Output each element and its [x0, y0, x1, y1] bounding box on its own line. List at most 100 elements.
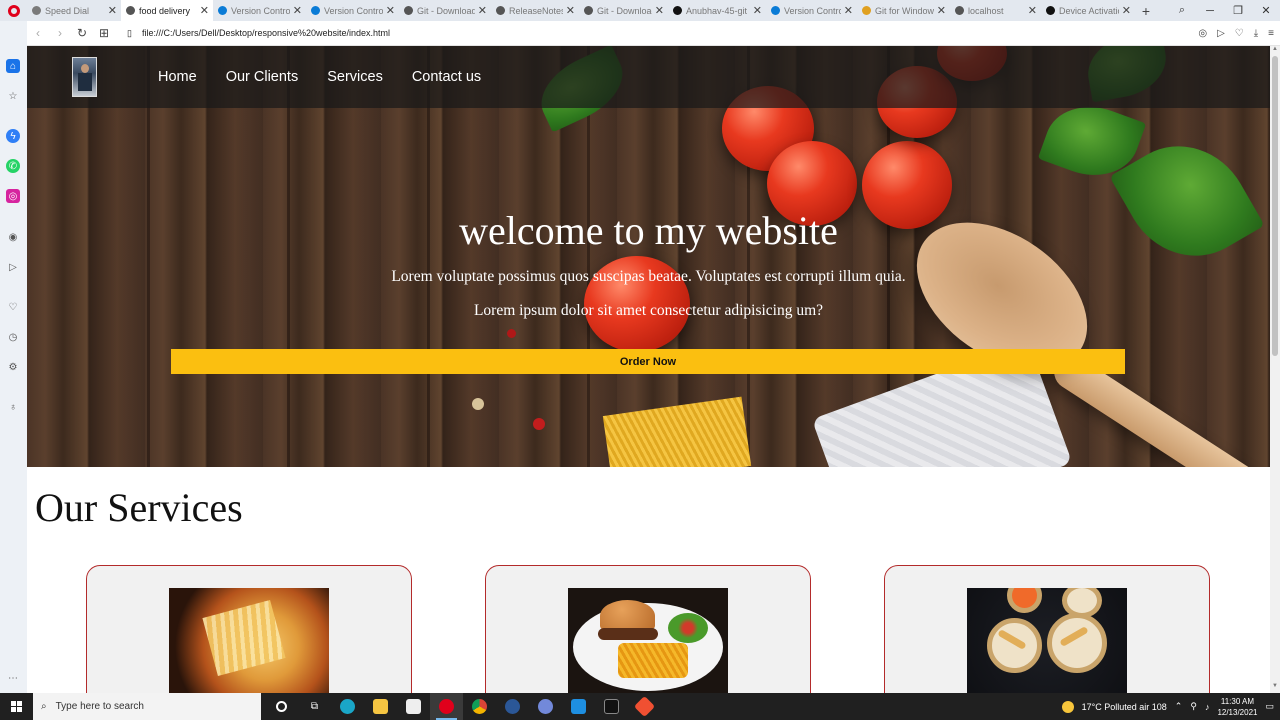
browser-tab[interactable]: Speed Dial ✕: [27, 0, 121, 21]
taskbar-search[interactable]: ⌕ Type here to search: [33, 693, 261, 720]
weather-icon[interactable]: [1061, 700, 1074, 713]
opera-logo-icon[interactable]: [0, 0, 27, 21]
tab-favicon-icon: [218, 6, 227, 15]
browser-tab[interactable]: Version Control ✕: [306, 0, 399, 21]
show-hidden-icons-icon[interactable]: ⌃: [1175, 701, 1183, 712]
tab-close-icon[interactable]: ✕: [753, 4, 762, 17]
browser-tab[interactable]: Device Activation✕: [1041, 0, 1135, 21]
home-icon[interactable]: ⌂: [6, 59, 20, 73]
browser-tab[interactable]: food delivery ✕: [121, 0, 213, 21]
file-explorer-icon[interactable]: [364, 693, 397, 720]
tab-close-icon[interactable]: ✕: [1122, 4, 1131, 17]
tab-close-icon[interactable]: ✕: [108, 4, 117, 17]
vscode-icon[interactable]: [562, 693, 595, 720]
browser-tab[interactable]: Anubhav-45-git ✕: [668, 0, 766, 21]
task-view-icon[interactable]: ⧉: [298, 693, 331, 720]
start-button[interactable]: [0, 693, 33, 720]
tab-close-icon[interactable]: ✕: [1028, 4, 1037, 17]
new-tab-button[interactable]: +: [1135, 3, 1157, 19]
tab-close-icon[interactable]: ✕: [478, 4, 487, 17]
browser-tab[interactable]: Git for Windows ✕: [857, 0, 950, 21]
git-icon[interactable]: [628, 693, 661, 720]
tab-close-icon[interactable]: ✕: [655, 4, 664, 17]
hero-line-1: Lorem voluptate possimus quos suscipas b…: [391, 268, 906, 285]
chrome-icon[interactable]: [463, 693, 496, 720]
url-field[interactable]: file:///C:/Users/Dell/Desktop/responsive…: [142, 28, 390, 38]
browser-tab[interactable]: ReleaseNotes.html✕: [491, 0, 579, 21]
tab-grid-icon[interactable]: ⊞: [93, 26, 115, 40]
minimize-icon[interactable]: ─: [1196, 5, 1224, 17]
close-window-icon[interactable]: ✕: [1252, 4, 1280, 17]
weather-text[interactable]: 17°C Polluted air 108: [1082, 702, 1167, 712]
tab-title: Version Control: [231, 5, 290, 16]
history-icon[interactable]: ◷: [6, 330, 20, 344]
bookmark-heart-icon[interactable]: ♡: [1235, 28, 1244, 39]
notifications-icon[interactable]: ▭: [1265, 701, 1274, 712]
tab-favicon-icon: [955, 6, 964, 15]
browser-tab[interactable]: Version Control ✕: [766, 0, 857, 21]
page-scrollbar[interactable]: ▲ ▼: [1270, 46, 1280, 693]
site-logo[interactable]: [72, 57, 97, 97]
more-icon[interactable]: ⋯: [6, 671, 20, 685]
tab-close-icon[interactable]: ✕: [844, 4, 853, 17]
messenger-icon[interactable]: ϟ: [6, 129, 20, 143]
address-bar: ‹ › ↻ ⊞ ▯ file:///C:/Users/Dell/Desktop/…: [27, 21, 1280, 46]
tab-close-icon[interactable]: ✕: [566, 4, 575, 17]
service-card[interactable]: [884, 565, 1210, 693]
order-now-button[interactable]: Order Now: [171, 349, 1125, 374]
page-viewport: Home Our Clients Services Contact us wel…: [27, 46, 1270, 693]
network-icon[interactable]: ⚲: [1190, 701, 1197, 712]
tab-favicon-icon: [496, 6, 505, 15]
search-tabs-icon[interactable]: ⌕: [1168, 4, 1196, 17]
tab-close-icon[interactable]: ✕: [200, 4, 209, 17]
download-icon[interactable]: ⤓: [1254, 28, 1258, 39]
system-tray: 17°C Polluted air 108 ⌃ ⚲ ♪ 11:30 AM 12/…: [1061, 693, 1280, 720]
send-icon[interactable]: ▷: [1217, 28, 1225, 39]
flow-send-icon[interactable]: ▷: [6, 260, 20, 274]
heart-icon[interactable]: ♡: [6, 300, 20, 314]
tab-close-icon[interactable]: ✕: [293, 4, 302, 17]
browser-tab[interactable]: Git - Downloads✕: [579, 0, 668, 21]
star-icon[interactable]: ☆: [6, 89, 20, 103]
service-card[interactable]: [485, 565, 811, 693]
back-icon[interactable]: ‹: [27, 26, 49, 40]
tab-favicon-icon: [126, 6, 135, 15]
windows-taskbar: ⌕ Type here to search ⧉ 17°C Polluted ai…: [0, 693, 1280, 720]
player-icon[interactable]: ◉: [6, 230, 20, 244]
winword-icon[interactable]: [496, 693, 529, 720]
tab-favicon-icon: [404, 6, 413, 15]
easy-setup-icon[interactable]: ≡: [1268, 28, 1274, 39]
tab-title: localhost: [968, 5, 1004, 16]
volume-icon[interactable]: ♪: [1205, 702, 1210, 712]
service-card[interactable]: [86, 565, 412, 693]
nav-home[interactable]: Home: [158, 69, 197, 85]
spaghetti: [602, 396, 752, 467]
snapshot-icon[interactable]: ◎: [1198, 28, 1207, 39]
discord-icon[interactable]: [529, 693, 562, 720]
tips-bulb-icon[interactable]: ♁: [6, 400, 20, 414]
nav-contact-us[interactable]: Contact us: [412, 69, 481, 85]
browser-tab[interactable]: localhost ✕: [950, 0, 1041, 21]
tab-title: Git - Downloads: [597, 5, 652, 16]
clock[interactable]: 11:30 AM 12/13/2021: [1217, 696, 1257, 718]
tab-close-icon[interactable]: ✕: [386, 4, 395, 17]
instagram-icon[interactable]: ◎: [6, 189, 20, 203]
cortana-icon[interactable]: [265, 693, 298, 720]
edge-icon[interactable]: [331, 693, 364, 720]
browser-tab[interactable]: Version Control ✕: [213, 0, 306, 21]
settings-gear-icon[interactable]: ⚙: [6, 360, 20, 374]
scrollbar-thumb[interactable]: [1272, 56, 1278, 356]
browser-tab[interactable]: Git - Downloads✕: [399, 0, 491, 21]
whatsapp-icon[interactable]: ✆: [6, 159, 20, 173]
terminal-icon[interactable]: [595, 693, 628, 720]
opera-taskbar-icon[interactable]: [430, 693, 463, 720]
store-icon[interactable]: [397, 693, 430, 720]
forward-icon[interactable]: ›: [49, 26, 71, 40]
tab-close-icon[interactable]: ✕: [937, 4, 946, 17]
nav-our-clients[interactable]: Our Clients: [226, 69, 299, 85]
reload-icon[interactable]: ↻: [71, 26, 93, 40]
pizza-image: [169, 588, 329, 693]
restore-icon[interactable]: ❐: [1224, 4, 1252, 17]
nav-services[interactable]: Services: [327, 69, 383, 85]
window-controls: ⌕ ─ ❐ ✕: [1168, 0, 1280, 21]
